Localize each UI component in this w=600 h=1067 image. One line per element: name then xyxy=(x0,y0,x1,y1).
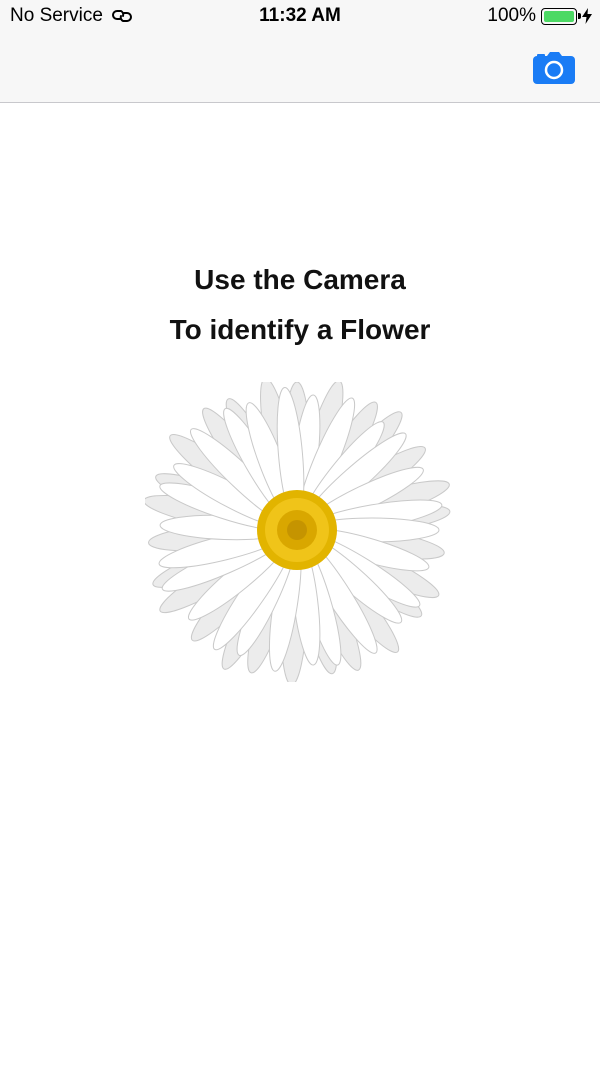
battery-percent: 100% xyxy=(487,5,536,26)
app-screen: No Service 11:32 AM 100% Use the Camera … xyxy=(0,0,600,1067)
charging-bolt-icon xyxy=(582,8,592,24)
camera-button[interactable] xyxy=(532,51,576,85)
daisy-flower-image xyxy=(143,377,455,686)
status-bar: No Service 11:32 AM 100% xyxy=(0,0,600,33)
battery-indicator: 100% xyxy=(487,5,592,27)
battery-nub xyxy=(578,12,581,19)
battery-icon xyxy=(541,7,581,25)
battery-level-fill xyxy=(544,10,574,22)
navigation-bar xyxy=(0,33,600,102)
instruction-subtitle: To identify a Flower xyxy=(169,314,431,345)
top-chrome: No Service 11:32 AM 100% xyxy=(0,0,600,103)
instruction-title: Use the Camera xyxy=(194,264,406,295)
camera-icon xyxy=(533,52,575,84)
